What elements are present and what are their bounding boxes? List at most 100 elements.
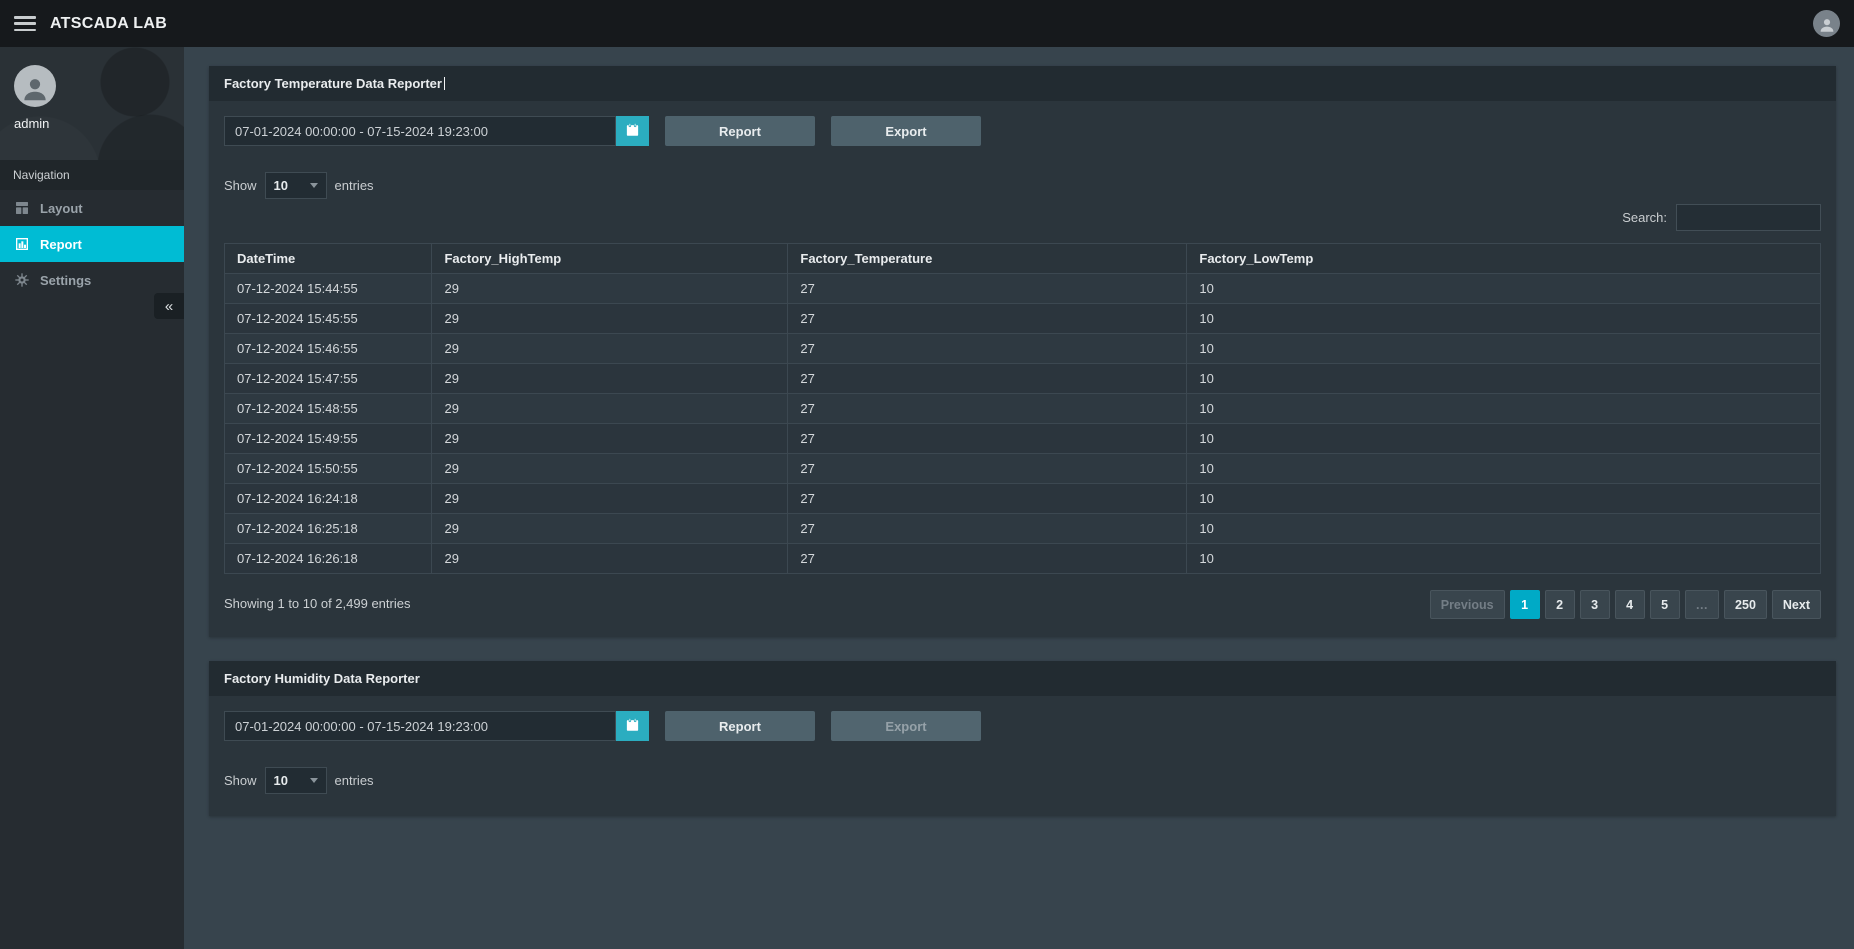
export-button: Export bbox=[831, 711, 981, 741]
layout-icon bbox=[13, 200, 30, 217]
table-cell: 07-12-2024 15:44:55 bbox=[225, 274, 432, 304]
table-cell: 07-12-2024 16:25:18 bbox=[225, 514, 432, 544]
table-row: 07-12-2024 16:25:18292710 bbox=[225, 514, 1821, 544]
sidebar-item-label: Report bbox=[40, 237, 82, 252]
panel-header: Factory Temperature Data Reporter bbox=[209, 66, 1836, 101]
pagination: Previous12345…250Next bbox=[1430, 590, 1821, 619]
table-cell: 27 bbox=[788, 544, 1187, 574]
column-header[interactable]: Factory_HighTemp bbox=[432, 244, 788, 274]
date-range-input[interactable] bbox=[224, 711, 616, 741]
page-size-select[interactable]: 10 bbox=[265, 172, 327, 199]
table-cell: 29 bbox=[432, 544, 788, 574]
table-cell: 29 bbox=[432, 454, 788, 484]
table-row: 07-12-2024 15:44:55292710 bbox=[225, 274, 1821, 304]
table-row: 07-12-2024 15:46:55292710 bbox=[225, 334, 1821, 364]
column-header[interactable]: Factory_Temperature bbox=[788, 244, 1187, 274]
temperature-reporter-panel: Factory Temperature Data Reporter Report… bbox=[209, 66, 1836, 637]
table-cell: 29 bbox=[432, 394, 788, 424]
panel-title: Factory Humidity Data Reporter bbox=[224, 671, 420, 686]
page-size-value: 10 bbox=[274, 773, 288, 788]
page-size-select[interactable]: 10 bbox=[265, 767, 327, 794]
page-button-previous: Previous bbox=[1430, 590, 1505, 619]
gear-icon bbox=[13, 272, 30, 289]
sidebar-username: admin bbox=[14, 116, 170, 131]
page-size-value: 10 bbox=[274, 178, 288, 193]
table-row: 07-12-2024 15:45:55292710 bbox=[225, 304, 1821, 334]
table-header-row: DateTimeFactory_HighTempFactory_Temperat… bbox=[225, 244, 1821, 274]
table-cell: 29 bbox=[432, 424, 788, 454]
sidebar-collapse-button[interactable]: « bbox=[154, 293, 184, 319]
page-button-5[interactable]: 5 bbox=[1650, 590, 1680, 619]
table-cell: 29 bbox=[432, 274, 788, 304]
column-header[interactable]: DateTime bbox=[225, 244, 432, 274]
table-cell: 07-12-2024 16:24:18 bbox=[225, 484, 432, 514]
date-range-input[interactable] bbox=[224, 116, 616, 146]
table-cell: 27 bbox=[788, 334, 1187, 364]
table-cell: 10 bbox=[1187, 394, 1821, 424]
calendar-button[interactable] bbox=[616, 116, 649, 146]
humidity-reporter-panel: Factory Humidity Data Reporter Report Ex… bbox=[209, 661, 1836, 816]
table-cell: 10 bbox=[1187, 514, 1821, 544]
panel-header: Factory Humidity Data Reporter bbox=[209, 661, 1836, 696]
sidebar-avatar-icon bbox=[14, 65, 56, 107]
page-button-2[interactable]: 2 bbox=[1545, 590, 1575, 619]
table-row: 07-12-2024 15:48:55292710 bbox=[225, 394, 1821, 424]
table-cell: 27 bbox=[788, 304, 1187, 334]
table-cell: 07-12-2024 15:48:55 bbox=[225, 394, 432, 424]
report-chart-icon bbox=[13, 236, 30, 253]
page-button-3[interactable]: 3 bbox=[1580, 590, 1610, 619]
table-cell: 07-12-2024 15:47:55 bbox=[225, 364, 432, 394]
entries-summary: Showing 1 to 10 of 2,499 entries bbox=[224, 596, 410, 619]
top-bar: ATSCADA LAB bbox=[0, 0, 1854, 47]
table-cell: 29 bbox=[432, 334, 788, 364]
table-cell: 10 bbox=[1187, 334, 1821, 364]
report-button[interactable]: Report bbox=[665, 116, 815, 146]
page-button-250[interactable]: 250 bbox=[1724, 590, 1767, 619]
table-cell: 29 bbox=[432, 364, 788, 394]
table-cell: 27 bbox=[788, 454, 1187, 484]
table-cell: 27 bbox=[788, 274, 1187, 304]
chevron-down-icon bbox=[310, 183, 318, 188]
page-button-…: … bbox=[1685, 590, 1720, 619]
export-button[interactable]: Export bbox=[831, 116, 981, 146]
table-cell: 27 bbox=[788, 484, 1187, 514]
table-cell: 10 bbox=[1187, 544, 1821, 574]
table-cell: 27 bbox=[788, 364, 1187, 394]
entries-label: entries bbox=[335, 773, 374, 788]
page-button-4[interactable]: 4 bbox=[1615, 590, 1645, 619]
calendar-icon bbox=[625, 122, 640, 140]
search-input[interactable] bbox=[1676, 204, 1821, 231]
page-button-1[interactable]: 1 bbox=[1510, 590, 1540, 619]
sidebar-user-block: admin bbox=[0, 47, 184, 160]
table-cell: 10 bbox=[1187, 364, 1821, 394]
table-cell: 10 bbox=[1187, 484, 1821, 514]
entries-label: entries bbox=[335, 178, 374, 193]
table-cell: 07-12-2024 15:50:55 bbox=[225, 454, 432, 484]
column-header[interactable]: Factory_LowTemp bbox=[1187, 244, 1821, 274]
table-cell: 10 bbox=[1187, 454, 1821, 484]
table-row: 07-12-2024 15:49:55292710 bbox=[225, 424, 1821, 454]
show-label: Show bbox=[224, 773, 257, 788]
table-cell: 29 bbox=[432, 514, 788, 544]
user-avatar-icon[interactable] bbox=[1813, 10, 1840, 37]
date-range-group bbox=[224, 711, 649, 741]
date-range-group bbox=[224, 116, 649, 146]
report-button[interactable]: Report bbox=[665, 711, 815, 741]
table-cell: 10 bbox=[1187, 274, 1821, 304]
table-body: 07-12-2024 15:44:5529271007-12-2024 15:4… bbox=[225, 274, 1821, 574]
table-cell: 07-12-2024 15:49:55 bbox=[225, 424, 432, 454]
table-cell: 27 bbox=[788, 394, 1187, 424]
sidebar-item-report[interactable]: Report bbox=[0, 226, 184, 262]
table-cell: 07-12-2024 16:26:18 bbox=[225, 544, 432, 574]
text-caret bbox=[444, 77, 445, 90]
app-title: ATSCADA LAB bbox=[50, 15, 167, 33]
page-button-next[interactable]: Next bbox=[1772, 590, 1821, 619]
menu-toggle-icon[interactable] bbox=[14, 16, 36, 31]
table-row: 07-12-2024 16:24:18292710 bbox=[225, 484, 1821, 514]
table-cell: 07-12-2024 15:45:55 bbox=[225, 304, 432, 334]
sidebar-item-layout[interactable]: Layout bbox=[0, 190, 184, 226]
search-label: Search: bbox=[1622, 210, 1667, 225]
calendar-button[interactable] bbox=[616, 711, 649, 741]
table-row: 07-12-2024 15:50:55292710 bbox=[225, 454, 1821, 484]
sidebar-item-label: Settings bbox=[40, 273, 91, 288]
